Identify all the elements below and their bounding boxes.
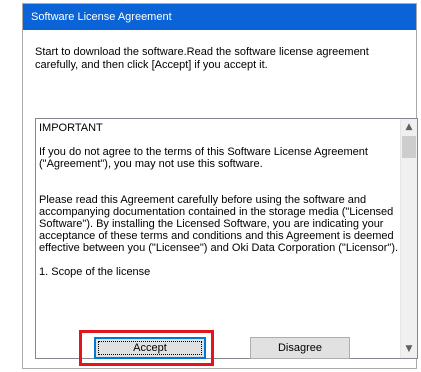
license-section-heading: 1. Scope of the license <box>39 266 151 278</box>
dialog-content: Start to download the software.Read the … <box>23 30 418 368</box>
scroll-thumb[interactable] <box>402 136 416 158</box>
license-paragraph: If you do not agree to the terms of this… <box>39 146 368 170</box>
intro-text: Start to download the software.Read the … <box>35 46 369 71</box>
accept-button[interactable]: Accept <box>94 337 206 359</box>
license-paragraph: Please read this Agreement carefully bef… <box>39 194 399 254</box>
accept-button-label: Accept <box>133 342 167 354</box>
vertical-scrollbar[interactable]: ▲ ▼ <box>400 119 417 358</box>
dialog-title: Software License Agreement <box>23 4 416 30</box>
license-heading: IMPORTANT <box>39 122 103 134</box>
scroll-down-icon[interactable]: ▼ <box>401 341 417 358</box>
license-dialog: Software License Agreement Start to down… <box>22 3 418 369</box>
scroll-up-icon[interactable]: ▲ <box>401 119 417 136</box>
disagree-button[interactable]: Disagree <box>250 337 350 359</box>
license-text-area[interactable]: IMPORTANT If you do not agree to the ter… <box>35 118 418 359</box>
license-text: IMPORTANT If you do not agree to the ter… <box>39 122 399 290</box>
